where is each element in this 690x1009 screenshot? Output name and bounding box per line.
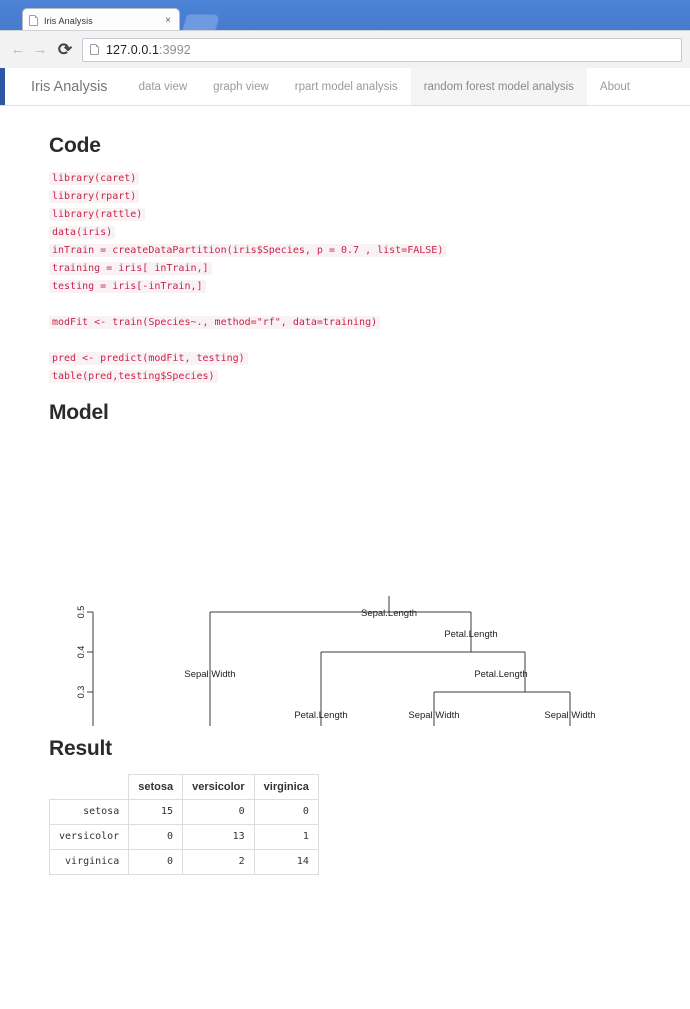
navbar-brand[interactable]: Iris Analysis [5,68,126,105]
nav-item-rpart-model-analysis[interactable]: rpart model analysis [282,68,411,105]
browser-tab-title: Iris Analysis [44,15,93,26]
tree-node-label: Sepal.Length [361,608,417,619]
table-cell: 13 [182,824,255,850]
close-icon[interactable]: × [163,15,173,26]
app-navbar: Iris Analysis data view graph view rpart… [0,68,690,106]
table-row: virginica 0 2 14 [48,849,319,875]
code-line: modFit <- train(Species~., method="rf", … [49,314,649,332]
table-row-header: versicolor [48,824,130,850]
code-block: library(caret) library(rpart) library(ra… [49,170,649,386]
code-text: inTrain = createDataPartition(iris$Speci… [49,244,447,257]
tree-node-label: Sepal.Width [184,669,235,680]
table-cell: 15 [128,799,184,825]
browser-tabstrip: Iris Analysis × [0,0,690,32]
page-content: Code library(caret) library(rpart) libra… [0,106,690,1009]
table-cell: 0 [253,799,319,825]
table-cell: 0 [182,799,255,825]
page-info-icon [90,44,99,55]
y-tick-label: 0.4 [76,646,86,659]
table-cell: 2 [182,849,255,875]
table-row: versicolor 0 13 1 [48,824,319,850]
table-column-header-versicolor: versicolor [182,774,255,800]
navbar-links: data view graph view rpart model analysi… [126,68,643,105]
code-line: table(pred,testing$Species) [49,368,649,386]
tree-node-label: Petal.Length [474,669,527,680]
code-text: pred <- predict(modFit, testing) [49,352,248,365]
table-corner-cell [48,774,130,800]
code-line: inTrain = createDataPartition(iris$Speci… [49,242,649,260]
table-column-header-virginica: virginica [253,774,319,800]
tree-node-labels: Sepal.Length Sepal.Width Petal.Width Pet… [184,608,595,721]
table-header-row: setosa versicolor virginica [48,774,319,800]
forward-icon[interactable]: → [30,40,50,60]
y-tick-label: 0.5 [76,606,86,619]
code-line: library(rpart) [49,188,649,206]
table-column-header-setosa: setosa [128,774,184,800]
result-heading: Result [49,737,112,760]
code-heading: Code [49,134,101,157]
code-text: table(pred,testing$Species) [49,370,218,383]
model-tree-plot: 0.5 0.4 0.3 0.2 0.1 0.0 [0,456,690,726]
code-text: library(rattle) [49,208,146,221]
tree-node-label: Sepal.Width [544,710,595,721]
nav-item-about[interactable]: About [587,68,643,105]
code-text: testing = iris[-inTrain,] [49,280,206,293]
tree-svg: 0.5 0.4 0.3 0.2 0.1 0.0 [76,596,596,726]
table-cell: 14 [253,849,319,875]
tree-node-label: Petal.Length [444,629,497,640]
reload-icon[interactable]: ⟳ [54,39,76,61]
table-cell: 0 [128,849,184,875]
table-body: setosa 15 0 0 versicolor 0 13 1 virginic… [48,799,319,875]
url-port: :3992 [159,42,191,57]
table-cell: 1 [253,824,319,850]
y-tick-label: 0.3 [76,686,86,699]
code-line: testing = iris[-inTrain,] [49,278,649,296]
nav-item-data-view[interactable]: data view [126,68,201,105]
nav-item-graph-view[interactable]: graph view [200,68,282,105]
nav-item-random-forest-model-analysis[interactable]: random forest model analysis [410,68,587,105]
code-line: training = iris[ inTrain,] [49,260,649,278]
code-line: library(caret) [49,170,649,188]
tree-node-label: Petal.Length [294,710,347,721]
table-row-header: virginica [48,849,130,875]
code-line: pred <- predict(modFit, testing) [49,350,649,368]
table-head: setosa versicolor virginica [48,774,319,800]
code-text: modFit <- train(Species~., method="rf", … [49,316,381,329]
code-text: library(caret) [49,172,140,185]
code-text: library(rpart) [49,190,140,203]
url-host: 127.0.0.1 [106,42,160,57]
browser-chrome: Iris Analysis × ← → ⟳ 127.0.0.1 :3992 [0,0,690,68]
address-bar[interactable]: 127.0.0.1 :3992 [82,37,682,62]
tree-axis [87,611,94,726]
browser-toolbar: ← → ⟳ 127.0.0.1 :3992 [0,30,690,68]
tree-y-tick-labels: 0.5 0.4 0.3 0.2 0.1 0.0 [76,606,86,726]
tree-node-label: Sepal.Width [408,710,459,721]
browser-tab[interactable]: Iris Analysis × [22,8,180,32]
table-cell: 0 [128,824,184,850]
code-text: data(iris) [49,226,116,239]
code-line: data(iris) [49,224,649,242]
code-text: training = iris[ inTrain,] [49,262,212,275]
back-icon[interactable]: ← [8,40,28,60]
page-icon [29,15,38,26]
confusion-matrix-table: setosa versicolor virginica setosa 15 0 … [48,774,319,875]
table-row-header: setosa [48,799,130,825]
code-line: library(rattle) [49,206,649,224]
model-heading: Model [49,401,109,424]
table-row: setosa 15 0 0 [48,799,319,825]
